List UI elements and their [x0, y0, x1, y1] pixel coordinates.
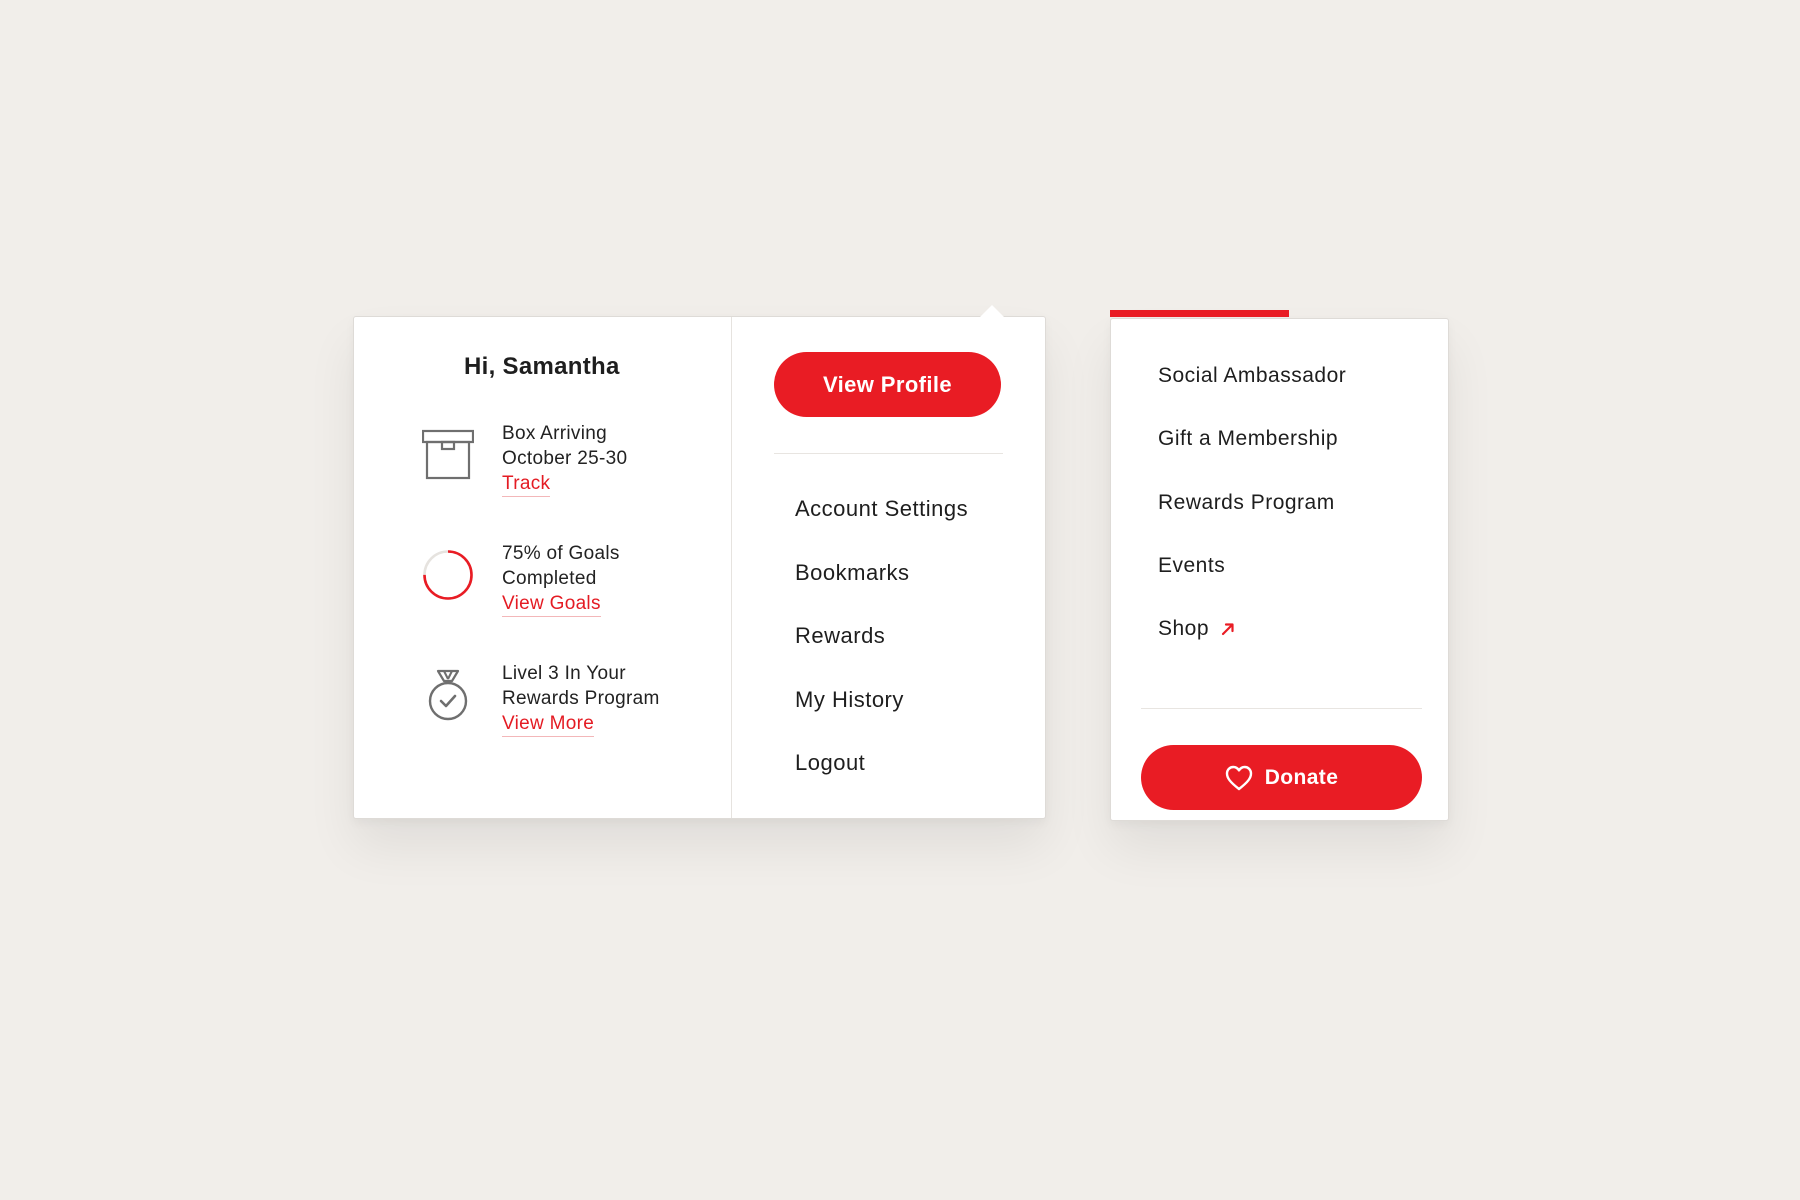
donate-button[interactable]: Donate	[1141, 745, 1422, 811]
greeting-title: Hi, Samantha	[464, 353, 620, 380]
delivery-status-line-2: October 25-30	[502, 448, 628, 469]
nav-item-rewards[interactable]: Rewards	[795, 623, 1003, 687]
account-nav: View Profile Account Settings Bookmarks …	[732, 317, 1045, 818]
rewards-line-1: Livel 3 In Your	[502, 663, 626, 684]
link-gift-membership[interactable]: Gift a Membership	[1158, 426, 1448, 489]
link-gift-membership-label: Gift a Membership	[1158, 427, 1339, 451]
nav-item-my-history[interactable]: My History	[795, 687, 1003, 751]
page: Hi, Samantha Box Arriving October 25-30 …	[0, 0, 1800, 1200]
dropdown-caret	[980, 305, 1004, 317]
progress-ring-icon	[422, 549, 474, 601]
nav-item-bookmarks[interactable]: Bookmarks	[795, 560, 1003, 624]
link-events[interactable]: Events	[1158, 553, 1448, 616]
account-nav-list: Account Settings Bookmarks Rewards My Hi…	[774, 496, 1003, 814]
goals-progress-item: 75% of Goals Completed View Goals	[422, 541, 731, 617]
link-shop[interactable]: Shop	[1158, 616, 1448, 679]
rewards-line-2: Rewards Program	[502, 688, 660, 709]
track-link[interactable]: Track	[502, 472, 551, 497]
link-social-ambassador-label: Social Ambassador	[1158, 364, 1347, 387]
active-tab-indicator	[1110, 310, 1289, 317]
box-icon	[421, 429, 475, 481]
links-dropdown: Social Ambassador Gift a Membership Rewa…	[1110, 318, 1449, 821]
goals-line-2: Completed	[502, 568, 597, 589]
heart-icon	[1225, 765, 1253, 791]
link-social-ambassador[interactable]: Social Ambassador	[1158, 363, 1448, 426]
delivery-status-item: Box Arriving October 25-30 Track	[421, 421, 731, 497]
goals-line-1: 75% of Goals	[502, 543, 620, 564]
view-goals-link[interactable]: View Goals	[502, 592, 601, 617]
link-shop-label: Shop	[1158, 617, 1210, 641]
account-dropdown: Hi, Samantha Box Arriving October 25-30 …	[353, 316, 1046, 819]
account-summary: Hi, Samantha Box Arriving October 25-30 …	[354, 317, 732, 818]
links-divider	[1141, 708, 1422, 710]
delivery-status-line-1: Box Arriving	[502, 423, 607, 444]
rewards-level-item: Livel 3 In Your Rewards Program View Mor…	[422, 661, 731, 737]
view-profile-button[interactable]: View Profile	[774, 352, 1001, 417]
link-rewards-program[interactable]: Rewards Program	[1158, 490, 1448, 553]
link-rewards-program-label: Rewards Program	[1158, 490, 1335, 514]
links-list: Social Ambassador Gift a Membership Rewa…	[1158, 363, 1448, 679]
nav-divider	[774, 453, 1003, 454]
donate-label: Donate	[1264, 765, 1339, 789]
nav-item-logout[interactable]: Logout	[795, 750, 1003, 814]
medal-icon	[422, 669, 474, 721]
link-events-label: Events	[1158, 553, 1226, 577]
nav-item-account-settings[interactable]: Account Settings	[795, 496, 1003, 560]
view-more-link[interactable]: View More	[502, 712, 595, 737]
arrow-up-right-icon	[1221, 617, 1235, 636]
